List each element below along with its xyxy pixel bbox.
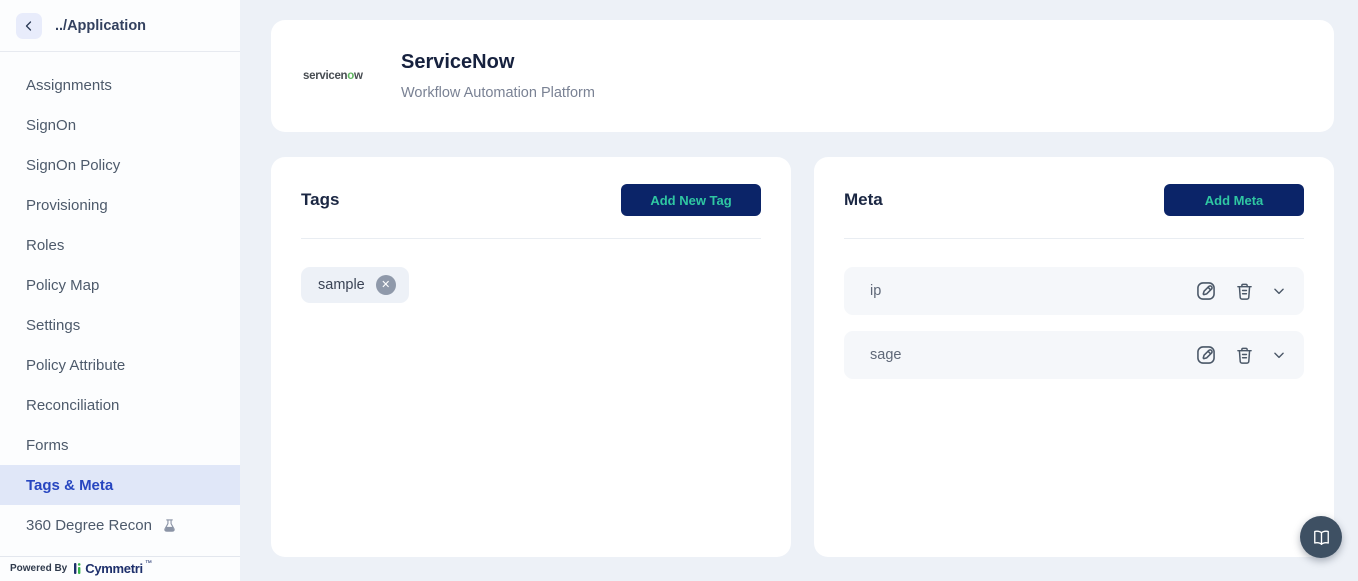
- edit-icon: [1195, 280, 1217, 302]
- divider: [301, 238, 761, 239]
- sidebar-item-label: Reconciliation: [26, 397, 119, 414]
- cymmetri-logo: Cymmetri ™: [74, 561, 152, 576]
- sidebar-item-tags-meta[interactable]: Tags & Meta: [0, 465, 240, 505]
- flask-icon: [162, 518, 177, 533]
- tag-label: sample: [318, 277, 365, 293]
- sidebar-item-policy-map[interactable]: Policy Map: [0, 265, 240, 305]
- sidebar-header: ../Application: [0, 0, 240, 52]
- sidebar-item-label: Tags & Meta: [26, 477, 113, 494]
- meta-row: sage: [844, 331, 1304, 379]
- app-title-block: ServiceNow Workflow Automation Platform: [401, 51, 595, 101]
- edit-meta-button[interactable]: [1195, 280, 1217, 302]
- meta-panel-title: Meta: [844, 190, 883, 210]
- delete-meta-button[interactable]: [1234, 281, 1255, 302]
- expand-meta-button[interactable]: [1272, 348, 1286, 362]
- edit-icon: [1195, 344, 1217, 366]
- sidebar-item-label: 360 Degree Recon: [26, 517, 152, 534]
- edit-meta-button[interactable]: [1195, 344, 1217, 366]
- chevron-left-icon: [23, 20, 35, 32]
- sidebar-item-label: Settings: [26, 317, 80, 334]
- divider: [844, 238, 1304, 239]
- meta-panel: Meta Add Meta ip: [814, 157, 1334, 557]
- sidebar-item-label: Provisioning: [26, 197, 108, 214]
- back-button[interactable]: [16, 13, 42, 39]
- breadcrumb: ../Application: [55, 18, 146, 34]
- sidebar-item-label: Policy Map: [26, 277, 99, 294]
- meta-key: sage: [870, 347, 901, 363]
- sidebar-item-provisioning[interactable]: Provisioning: [0, 185, 240, 225]
- trash-icon: [1234, 281, 1255, 302]
- meta-key: ip: [870, 283, 881, 299]
- page-subtitle: Workflow Automation Platform: [401, 85, 595, 101]
- cymmetri-logo-icon: [74, 563, 83, 574]
- sidebar-item-360-degree-recon[interactable]: 360 Degree Recon: [0, 505, 240, 545]
- sidebar-item-label: SignOn: [26, 117, 76, 134]
- expand-meta-button[interactable]: [1272, 284, 1286, 298]
- logo-text-part: w: [354, 70, 363, 82]
- tag-chip: sample ✕: [301, 267, 409, 303]
- tags-panel-title: Tags: [301, 190, 339, 210]
- delete-meta-button[interactable]: [1234, 345, 1255, 366]
- logo-text-part: servicen: [303, 70, 347, 82]
- servicenow-logo: servicenow: [303, 70, 375, 82]
- meta-list: ip: [844, 267, 1304, 379]
- sidebar-footer: Powered By Cymmetri ™: [0, 556, 240, 581]
- close-icon: ✕: [381, 280, 390, 291]
- cymmetri-brand-text: Cymmetri: [85, 561, 143, 576]
- sidebar-item-reconciliation[interactable]: Reconciliation: [0, 385, 240, 425]
- sidebar-item-label: Assignments: [26, 77, 112, 94]
- meta-row: ip: [844, 267, 1304, 315]
- trademark-symbol: ™: [145, 560, 152, 567]
- sidebar-item-forms[interactable]: Forms: [0, 425, 240, 465]
- add-meta-button[interactable]: Add Meta: [1164, 184, 1304, 216]
- page-title: ServiceNow: [401, 51, 595, 74]
- main-content: servicenow ServiceNow Workflow Automatio…: [240, 0, 1358, 581]
- remove-tag-button[interactable]: ✕: [376, 275, 396, 295]
- sidebar-item-label: Forms: [26, 437, 69, 454]
- powered-by-label: Powered By: [10, 563, 67, 574]
- sidebar-item-policy-attribute[interactable]: Policy Attribute: [0, 345, 240, 385]
- open-book-icon: [1312, 528, 1331, 547]
- trash-icon: [1234, 345, 1255, 366]
- sidebar-item-signon-policy[interactable]: SignOn Policy: [0, 145, 240, 185]
- docs-fab-button[interactable]: [1300, 516, 1342, 558]
- chevron-down-icon: [1272, 348, 1286, 362]
- sidebar-item-label: Policy Attribute: [26, 357, 125, 374]
- chevron-down-icon: [1272, 284, 1286, 298]
- sidebar-item-settings[interactable]: Settings: [0, 305, 240, 345]
- sidebar-item-roles[interactable]: Roles: [0, 225, 240, 265]
- sidebar-item-label: Roles: [26, 237, 64, 254]
- app-header-card: servicenow ServiceNow Workflow Automatio…: [271, 20, 1334, 132]
- logo-text-green-o: o: [347, 70, 354, 82]
- sidebar-item-signon[interactable]: SignOn: [0, 105, 240, 145]
- add-new-tag-button[interactable]: Add New Tag: [621, 184, 761, 216]
- sidebar-item-assignments[interactable]: Assignments: [0, 65, 240, 105]
- sidebar: ../Application Assignments SignOn SignOn…: [0, 0, 240, 581]
- sidebar-item-label: SignOn Policy: [26, 157, 120, 174]
- tags-panel: Tags Add New Tag sample ✕: [271, 157, 791, 557]
- sidebar-nav: Assignments SignOn SignOn Policy Provisi…: [0, 52, 240, 545]
